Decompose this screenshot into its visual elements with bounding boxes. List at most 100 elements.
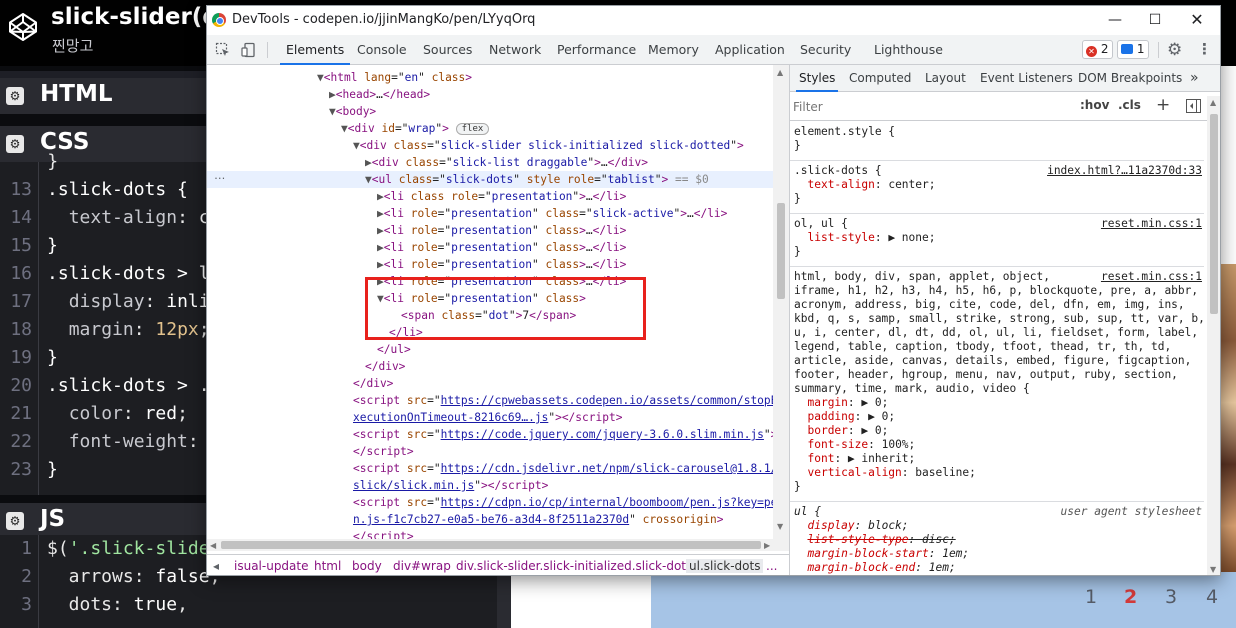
scroll-up-arrow-icon[interactable]: ▲: [777, 68, 783, 77]
dom-node[interactable]: <script src="https://cdpn.io/cp/internal…: [207, 494, 777, 511]
tab-performance[interactable]: Performance: [557, 35, 636, 65]
rule-declaration[interactable]: margin-inline-start: 0px;: [794, 575, 1202, 576]
rule-declaration[interactable]: kbd, q, s, samp, small, strike, strong, …: [794, 312, 1204, 326]
dom-node[interactable]: ▶<li role="presentation" class>…</li>: [207, 256, 773, 273]
rule-declaration[interactable]: }: [794, 480, 1202, 494]
dom-node[interactable]: <script src="https://code.jquery.com/jqu…: [207, 426, 777, 443]
rule-declaration[interactable]: list-style: ▶ none;: [794, 231, 1202, 245]
style-rule[interactable]: .slick-dots {index.html?…11a2370d:33 tex…: [790, 164, 1204, 214]
rule-declaration[interactable]: iframe, h1, h2, h3, h4, h5, h6, p, block…: [794, 284, 1202, 298]
dom-node[interactable]: ▼<div class="slick-slider slick-initiali…: [207, 137, 773, 154]
rule-declaration[interactable]: acronym, address, big, cite, code, del, …: [794, 298, 1202, 312]
breadcrumb-item[interactable]: body: [352, 559, 382, 573]
errors-badge[interactable]: ✕ 2: [1082, 40, 1114, 59]
style-rule[interactable]: html, body, div, span, applet, object, re…: [790, 270, 1204, 502]
rule-source-link[interactable]: reset.min.css:1: [1101, 270, 1202, 284]
tab-security[interactable]: Security: [800, 35, 851, 65]
hov-toggle-button[interactable]: :hov: [1080, 98, 1109, 112]
slider-dot[interactable]: 2: [1124, 586, 1137, 608]
more-tabs-chevron-icon[interactable]: »: [1190, 65, 1199, 92]
rule-declaration[interactable]: margin: ▶ 0;: [794, 396, 1202, 410]
dom-node[interactable]: ▶<li role="presentation" class>…</li>: [207, 222, 773, 239]
node-options-icon[interactable]: …: [207, 167, 227, 184]
rule-declaration[interactable]: }: [794, 139, 1202, 153]
dom-node[interactable]: n.js-f1c7cb27-e0a5-be76-a3d4-8f2511a2370…: [207, 511, 773, 528]
tab-lighthouse[interactable]: Lighthouse: [874, 35, 943, 65]
messages-badge[interactable]: 1: [1117, 40, 1150, 59]
rule-declaration[interactable]: article, aside, canvas, details, embed, …: [794, 354, 1202, 368]
dom-node[interactable]: </script>: [207, 528, 773, 539]
breadcrumb-scroll-left-icon[interactable]: ◂: [213, 559, 219, 573]
dom-node[interactable]: slick/slick.min.js"></script>: [207, 477, 773, 494]
dom-node[interactable]: ▼<html lang="en" class>: [207, 69, 773, 86]
subtab-dom-breakpoints[interactable]: DOM Breakpoints: [1078, 65, 1182, 92]
new-style-rule-icon[interactable]: +: [1156, 95, 1170, 115]
rule-declaration[interactable]: }: [794, 245, 1202, 259]
devtools-titlebar[interactable]: DevTools - codepen.io/jjinMangKo/pen/LYy…: [207, 6, 1220, 35]
breadcrumb-item[interactable]: div#wrap: [393, 559, 451, 573]
device-toolbar-icon[interactable]: [241, 42, 257, 58]
rule-declaration[interactable]: u, i, center, dl, dt, dd, ol, ul, li, fi…: [794, 326, 1202, 340]
style-rule[interactable]: element.style {}: [790, 125, 1204, 161]
codepen-logo-icon[interactable]: [8, 12, 38, 42]
toggle-sidebar-icon[interactable]: [1186, 99, 1201, 113]
dom-node[interactable]: ▶<div class="slick-list draggable">…</di…: [207, 154, 773, 171]
scroll-down-arrow-icon[interactable]: ▼: [1210, 565, 1216, 574]
rule-declaration[interactable]: margin-block-start: 1em;: [794, 547, 1202, 561]
tab-memory[interactable]: Memory: [648, 35, 699, 65]
rule-declaration[interactable]: padding: ▶ 0;: [794, 410, 1202, 424]
gear-icon[interactable]: ⚙: [6, 87, 24, 105]
breadcrumb-item[interactable]: html: [314, 559, 341, 573]
styles-scroll-thumb[interactable]: [1210, 114, 1218, 314]
tab-sources[interactable]: Sources: [423, 35, 472, 65]
scroll-left-arrow-icon[interactable]: ◀: [210, 541, 216, 550]
dom-node[interactable]: ▶<li class role="presentation">…</li>: [207, 188, 773, 205]
dom-node[interactable]: </ul>: [207, 341, 773, 358]
dom-node-selected[interactable]: ▼<ul class="slick-dots" style role="tabl…: [207, 171, 773, 188]
minimize-button[interactable]: —: [1104, 9, 1126, 31]
close-button[interactable]: ✕: [1186, 9, 1208, 31]
rule-declaration[interactable]: text-align: center;: [794, 178, 1202, 192]
rule-declaration[interactable]: summary, time, mark, audio, video {: [794, 382, 1202, 396]
dom-node[interactable]: ▼<div id="wrap"> flex: [207, 120, 773, 137]
dom-node[interactable]: </div>: [207, 375, 773, 392]
slider-dot[interactable]: 4: [1206, 586, 1218, 608]
code-line[interactable]: 3 dots: true,: [0, 591, 497, 619]
tab-network[interactable]: Network: [489, 35, 541, 65]
pen-author[interactable]: 찐망고: [52, 35, 93, 56]
dom-node[interactable]: <script src="https://cdn.jsdelivr.net/np…: [207, 460, 777, 477]
subtab-layout[interactable]: Layout: [925, 65, 966, 92]
style-rule[interactable]: ol, ul {reset.min.css:1 list-style: ▶ no…: [790, 217, 1204, 267]
breadcrumb-more[interactable]: ...: [766, 559, 777, 573]
gear-icon[interactable]: ⚙: [6, 512, 24, 530]
rule-declaration[interactable]: border: ▶ 0;: [794, 424, 1202, 438]
rule-declaration[interactable]: display: block;: [794, 519, 1202, 533]
rule-declaration[interactable]: vertical-align: baseline;: [794, 466, 1202, 480]
more-options-icon[interactable]: ⋮: [1197, 40, 1213, 58]
rule-declaration[interactable]: footer, header, hgroup, menu, nav, outpu…: [794, 368, 1202, 382]
rule-declaration[interactable]: }: [794, 192, 1202, 206]
subtab-event-listeners[interactable]: Event Listeners: [980, 65, 1073, 92]
scroll-up-arrow-icon[interactable]: ▲: [1210, 98, 1216, 107]
elements-scroll-thumb[interactable]: [777, 203, 785, 299]
breadcrumb-item[interactable]: div.slick-slider.slick-initialized.slick…: [456, 559, 706, 573]
tab-console[interactable]: Console: [357, 35, 407, 65]
dom-node[interactable]: </div>: [207, 358, 773, 375]
rule-declaration[interactable]: font-size: 100%;: [794, 438, 1202, 452]
inspect-element-icon[interactable]: [215, 42, 231, 58]
subtab-computed[interactable]: Computed: [849, 65, 911, 92]
scroll-down-arrow-icon[interactable]: ▼: [777, 522, 783, 531]
style-rule[interactable]: ul {user agent stylesheet display: block…: [790, 505, 1204, 576]
dom-node[interactable]: ▶<head>…</head>: [207, 86, 773, 103]
cls-toggle-button[interactable]: .cls: [1118, 98, 1141, 112]
elements-vertical-scrollbar[interactable]: [773, 65, 789, 539]
rule-declaration[interactable]: list-style-type: disc;: [794, 533, 1202, 547]
rule-source-link[interactable]: reset.min.css:1: [1101, 217, 1202, 231]
styles-filter-input[interactable]: [793, 96, 1068, 117]
style-rules-list[interactable]: element.style {} .slick-dots {index.html?…: [790, 121, 1204, 576]
slider-dot[interactable]: 1: [1085, 586, 1097, 608]
tab-elements[interactable]: Elements: [280, 35, 351, 65]
rule-declaration[interactable]: margin-block-end: 1em;: [794, 561, 1202, 575]
dom-node[interactable]: xecutionOnTimeout-8216c69….js"></script>: [207, 409, 773, 426]
dom-node[interactable]: ▼<body>: [207, 103, 773, 120]
